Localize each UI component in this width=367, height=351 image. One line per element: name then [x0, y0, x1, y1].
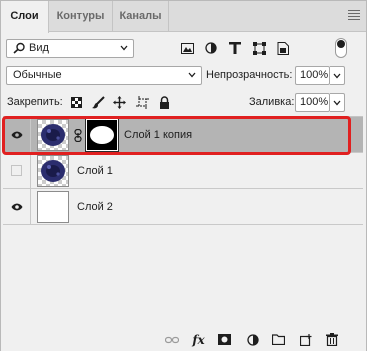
chevron-down-icon: [333, 100, 341, 106]
layer-name: Слой 2: [77, 201, 113, 213]
lock-all-icon[interactable]: [157, 95, 171, 109]
layers-panel: Слои Контуры Каналы Вид Обычные Непрозра…: [0, 0, 367, 351]
lock-transparent-icon[interactable]: [69, 95, 83, 109]
fill-label: Заливка:: [249, 96, 295, 108]
filter-pixel-icon[interactable]: [179, 40, 195, 56]
link-layers-icon[interactable]: [164, 332, 179, 347]
tab-paths[interactable]: Контуры: [49, 1, 113, 32]
filter-type-icon[interactable]: [227, 40, 243, 56]
filter-kind-label: Вид: [29, 42, 49, 54]
layer-thumbnail: [37, 155, 69, 187]
tab-channels[interactable]: Каналы: [113, 1, 169, 32]
layer-thumbnail: [37, 119, 69, 151]
layer-row-copy[interactable]: Слой 1 копия: [3, 117, 363, 153]
layer-mask-thumbnail[interactable]: [85, 118, 119, 152]
filter-toggle[interactable]: [335, 38, 347, 58]
visibility-toggle[interactable]: [3, 153, 31, 188]
fill-input[interactable]: 100%: [295, 93, 330, 112]
filter-adjustment-icon[interactable]: [203, 40, 219, 56]
filter-kind-select[interactable]: Вид: [6, 39, 134, 58]
opacity-label: Непрозрачность:: [206, 69, 293, 81]
layer-row-2[interactable]: Слой 2: [3, 189, 363, 225]
chevron-down-icon: [333, 73, 341, 79]
lock-position-icon[interactable]: [112, 95, 126, 109]
filter-shape-icon[interactable]: [251, 40, 267, 56]
filter-smart-object-icon[interactable]: [275, 40, 291, 56]
new-group-icon[interactable]: [271, 332, 286, 347]
panel-menu-icon[interactable]: [348, 10, 360, 22]
lock-artboard-icon[interactable]: [135, 95, 149, 109]
lock-label: Закрепить:: [7, 96, 63, 108]
opacity-dropdown[interactable]: [330, 66, 345, 85]
new-layer-icon[interactable]: [298, 332, 313, 347]
lock-brush-icon[interactable]: [91, 95, 105, 109]
link-chain-icon[interactable]: [74, 129, 82, 142]
new-adjustment-icon[interactable]: [245, 332, 260, 347]
blend-mode-value: Обычные: [13, 69, 62, 81]
toggle-knob: [337, 40, 345, 48]
opacity-value: 100%: [300, 69, 329, 81]
eye-icon: [11, 131, 22, 138]
blend-mode-select[interactable]: Обычные: [6, 66, 202, 85]
fx-icon[interactable]: fx: [191, 332, 206, 347]
eye-icon: [11, 203, 22, 210]
layer-name: Слой 1: [77, 165, 113, 177]
layer-name: Слой 1 копия: [124, 129, 193, 141]
search-icon: [13, 42, 25, 54]
visibility-off-box: [11, 165, 22, 176]
layers-list: Слой 1 копия Слой 1 Слой 2: [3, 116, 363, 327]
visibility-toggle[interactable]: [3, 117, 31, 152]
chevron-down-icon: [188, 72, 196, 78]
layer-thumbnail: [37, 191, 69, 223]
fx-label: fx: [192, 332, 205, 347]
opacity-input[interactable]: 100%: [295, 66, 330, 85]
fill-dropdown[interactable]: [330, 93, 345, 112]
trash-icon[interactable]: [324, 332, 339, 347]
tab-bar: Слои Контуры Каналы: [1, 1, 366, 33]
visibility-toggle[interactable]: [3, 189, 31, 224]
layer-row-1[interactable]: Слой 1: [3, 153, 363, 189]
bottom-toolbar: fx: [1, 327, 366, 351]
chevron-down-icon: [120, 45, 128, 51]
fill-value: 100%: [300, 96, 329, 108]
add-mask-icon[interactable]: [217, 332, 232, 347]
tab-layers[interactable]: Слои: [1, 1, 49, 33]
